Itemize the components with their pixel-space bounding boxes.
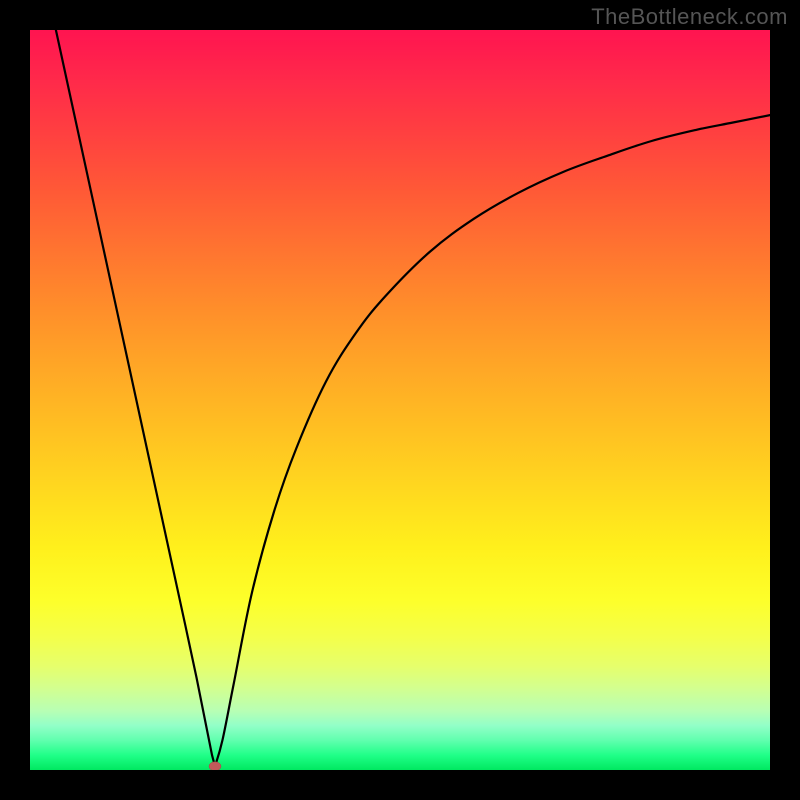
marker-dot — [209, 762, 221, 770]
left-branch-curve — [56, 30, 215, 766]
watermark-text: TheBottleneck.com — [591, 4, 788, 30]
right-branch-curve — [215, 115, 770, 766]
chart-frame: TheBottleneck.com — [0, 0, 800, 800]
plot-area — [30, 30, 770, 770]
chart-svg — [30, 30, 770, 770]
